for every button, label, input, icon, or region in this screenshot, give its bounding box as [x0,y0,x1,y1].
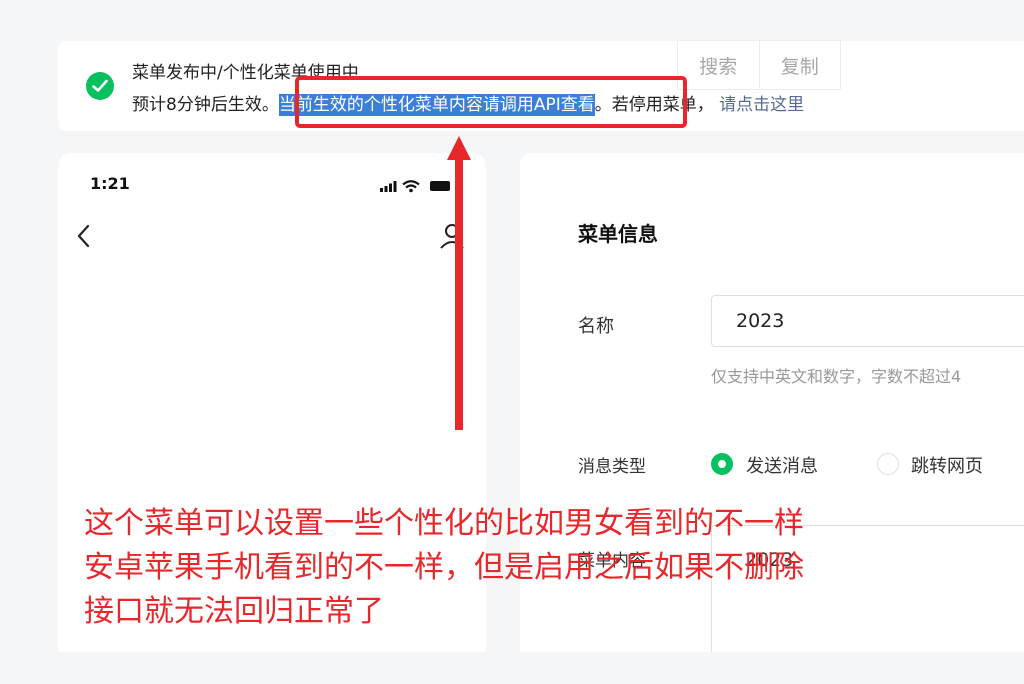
annotation-line-2: 安卓苹果手机看到的不一样，但是启用之后如果不删除 [84,550,804,585]
annotation-text: 这个菜单可以设置一些个性化的比如男女看到的不一样 安卓苹果手机看到的不一样，但是… [84,502,904,634]
annotation-line-1: 这个菜单可以设置一些个性化的比如男女看到的不一样 [84,506,804,541]
annotation-line-3: 接口就无法回归正常了 [84,594,384,629]
